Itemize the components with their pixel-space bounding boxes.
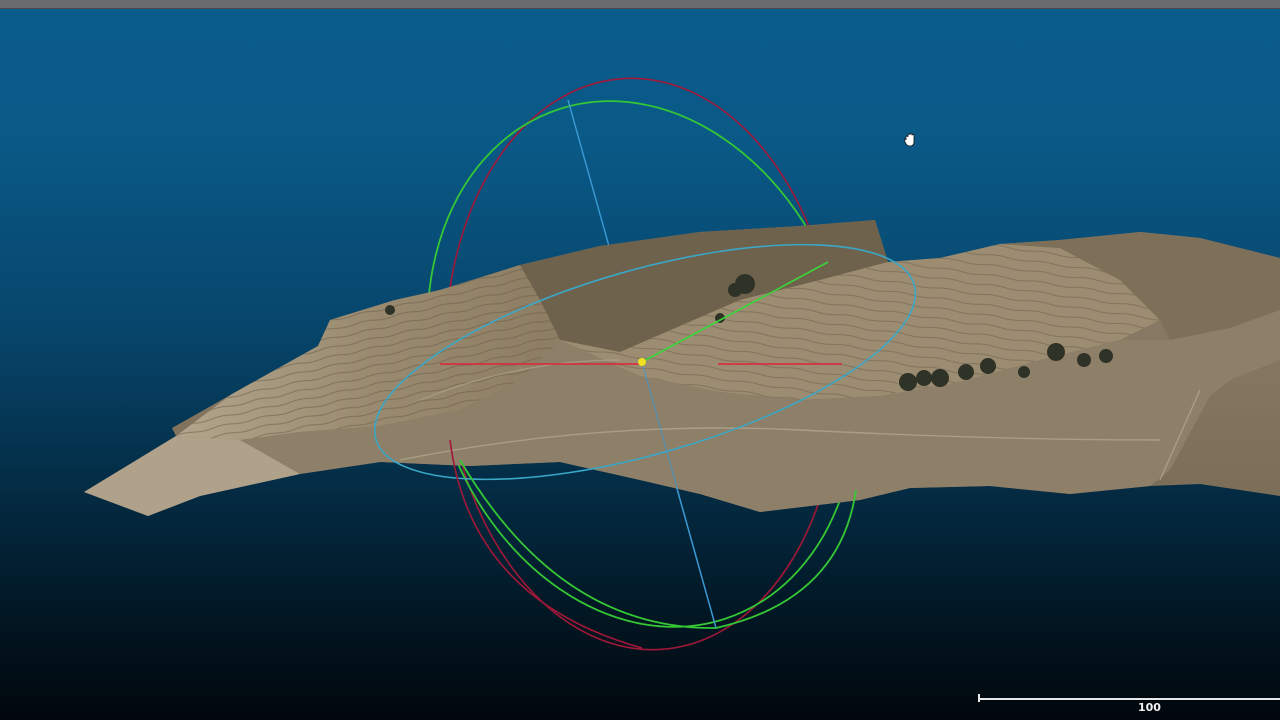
- scale-line: [978, 698, 1280, 700]
- scale-bar: 100: [978, 694, 1280, 714]
- scale-label: 100: [1138, 701, 1161, 714]
- hand-pan-icon: [902, 132, 918, 148]
- 3d-viewport[interactable]: 100: [0, 0, 1280, 720]
- pivot-point-icon[interactable]: [638, 358, 646, 366]
- point-cloud-scene[interactable]: [0, 0, 1280, 720]
- terrain-point-cloud: [84, 220, 1280, 516]
